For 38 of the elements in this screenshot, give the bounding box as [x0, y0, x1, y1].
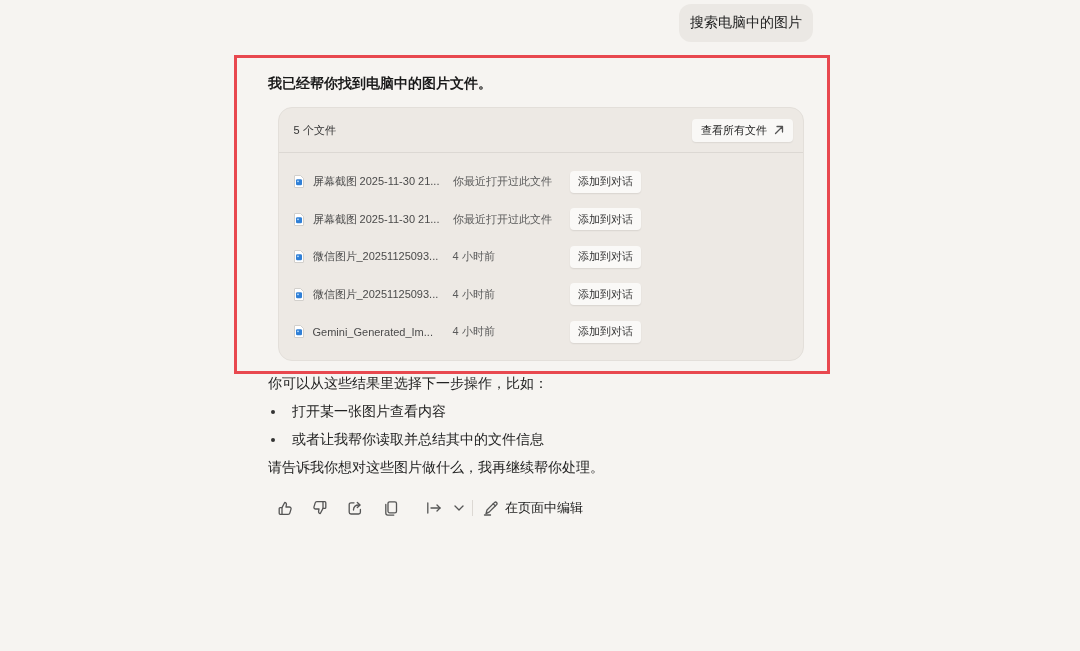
file-name: 屏幕截图 2025-11-30 21...	[312, 211, 441, 227]
bullet-icon	[270, 437, 275, 442]
add-to-chat-button[interactable]: 添加到对话	[569, 283, 641, 306]
file-name: Gemini_Generated_Im...	[312, 325, 434, 338]
user-message-bubble: 搜索电脑中的图片	[678, 4, 813, 42]
pencil-icon	[482, 499, 500, 516]
file-detail: 你最近打开过此文件	[452, 174, 553, 190]
bullet-icon	[270, 409, 275, 414]
chevron-down-icon[interactable]	[453, 504, 464, 511]
image-file-icon	[293, 325, 304, 339]
image-file-icon	[293, 212, 304, 226]
file-detail: 4 小时前	[452, 249, 496, 265]
file-count: 5 个文件	[293, 122, 336, 138]
arrow-up-right-icon	[773, 125, 784, 135]
closing-text: 请告诉我你想对这些图片做什么，我再继续帮你处理。	[267, 458, 605, 477]
image-file-icon	[293, 175, 304, 189]
thumbs-down-icon[interactable]	[311, 499, 328, 516]
copy-icon[interactable]	[382, 499, 399, 516]
edit-in-page-button[interactable]: 在页面中编辑	[482, 498, 583, 517]
thumbs-up-icon[interactable]	[276, 499, 293, 516]
file-detail: 你最近打开过此文件	[452, 211, 553, 227]
file-name: 屏幕截图 2025-11-30 21...	[312, 174, 441, 190]
list-item-text: 或者让我帮你读取并总结其中的文件信息	[291, 430, 544, 449]
add-to-chat-button[interactable]: 添加到对话	[569, 320, 641, 343]
add-to-chat-button[interactable]: 添加到对话	[569, 170, 641, 193]
image-file-icon	[293, 250, 304, 264]
intro-text: 你可以从这些结果里选择下一步操作，比如：	[267, 374, 549, 393]
share-icon[interactable]	[346, 499, 363, 516]
response-heading: 我已经帮你找到电脑中的图片文件。	[267, 75, 493, 93]
file-detail: 4 小时前	[452, 286, 496, 302]
list-item-text: 打开某一张图片查看内容	[291, 402, 446, 421]
view-all-files-button[interactable]: 查看所有文件	[691, 118, 793, 142]
image-file-icon	[293, 287, 304, 301]
file-detail: 4 小时前	[452, 324, 496, 340]
add-to-chat-button[interactable]: 添加到对话	[569, 245, 641, 268]
file-name: 微信图片_20251125093...	[312, 249, 440, 265]
file-name: 微信图片_20251125093...	[312, 286, 440, 302]
add-to-chat-button[interactable]: 添加到对话	[569, 208, 641, 231]
